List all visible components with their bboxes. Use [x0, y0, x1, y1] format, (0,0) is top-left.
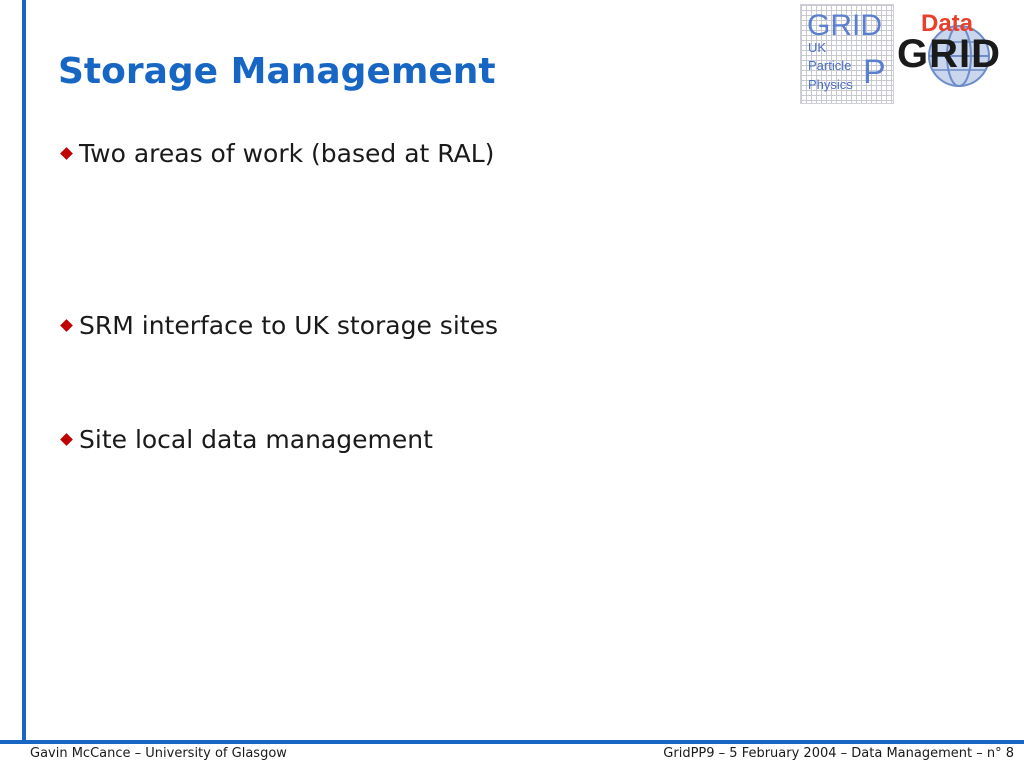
diamond-bullet-icon	[60, 146, 73, 160]
datagrid-logo-grid-text: GRID	[897, 32, 1001, 76]
datagrid-logo: Data GRID	[895, 10, 1021, 90]
diamond-bullet-icon	[60, 432, 73, 446]
footer-rule	[0, 740, 1024, 744]
bullet-text: Site local data management	[79, 424, 433, 454]
gridpp-logo: GRID P UK Particle Physics	[800, 4, 894, 104]
footer-author: Gavin McCance – University of Glasgow	[30, 746, 287, 761]
gridpp-logo-particle-text: Particle	[808, 58, 852, 73]
bullet-text: SRM interface to UK storage sites	[79, 310, 498, 340]
slide: Storage Management GRID P UK Particle Ph…	[0, 0, 1024, 768]
bullet-item: Two areas of work (based at RAL)	[60, 136, 494, 170]
bullet-item: Site local data management	[60, 422, 433, 456]
gridpp-logo-grid-text: GRID	[807, 9, 882, 42]
gridpp-logo-p-text: P	[863, 53, 886, 91]
diamond-bullet-icon	[60, 318, 73, 332]
left-accent-rule	[22, 0, 26, 742]
gridpp-logo-physics-text: Physics	[808, 77, 853, 92]
footer-event: GridPP9 – 5 February 2004 – Data Managem…	[663, 746, 1014, 761]
bullet-text: Two areas of work (based at RAL)	[79, 138, 495, 168]
bullet-item: SRM interface to UK storage sites	[60, 308, 498, 342]
slide-title: Storage Management	[58, 51, 496, 92]
gridpp-logo-uk-text: UK	[808, 40, 827, 55]
